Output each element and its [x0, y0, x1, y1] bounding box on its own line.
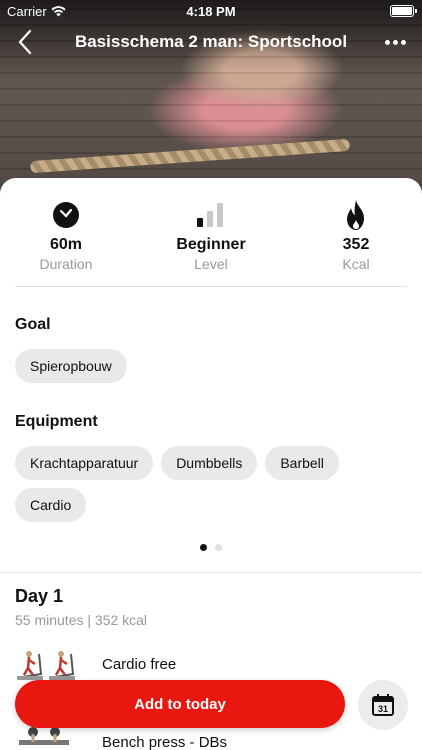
stats-row: 60m Duration Beginner Level 352 Kcal — [0, 198, 422, 278]
page-dot-active[interactable] — [200, 544, 207, 551]
stat-value: 60m — [49, 236, 83, 253]
calendar-icon: 31 — [372, 694, 394, 716]
stat-value: 352 — [342, 236, 370, 253]
equipment-chip[interactable]: Dumbbells — [161, 446, 258, 480]
day-title: Day 1 — [15, 586, 64, 606]
exercise-name: Bench press - DBs — [102, 734, 228, 750]
equipment-title: Equipment — [15, 413, 98, 430]
equipment-chip[interactable]: Cardio — [15, 488, 87, 522]
battle-rope — [29, 138, 351, 174]
goal-chips: Spieropbouw — [15, 349, 407, 383]
page-title: Basisschema 2 man: Sportschool — [74, 32, 348, 51]
workout-card: 60m Duration Beginner Level 352 Kcal Goa… — [0, 178, 422, 750]
page-dot[interactable] — [215, 544, 222, 551]
add-to-today-button[interactable]: Add to today — [15, 680, 345, 728]
more-button[interactable] — [380, 30, 410, 54]
day-subtitle: 55 minutes | 352 kcal — [15, 612, 148, 628]
stat-label: Duration — [39, 256, 93, 272]
stat-duration: 60m Duration — [1, 198, 131, 272]
battery-icon — [390, 5, 417, 17]
divider — [0, 572, 422, 573]
goal-chip[interactable]: Spieropbouw — [15, 349, 127, 383]
page-indicator[interactable] — [0, 544, 422, 551]
more-dot-icon — [392, 39, 398, 45]
stat-label: Kcal — [342, 256, 370, 272]
status-bar: Carrier 4:18 PM — [0, 0, 422, 22]
level-bars-icon — [197, 203, 223, 227]
calendar-day: 31 — [378, 704, 388, 714]
stat-level: Beginner Level — [146, 198, 276, 272]
exercise-row[interactable]: Cardio free — [15, 644, 405, 684]
nav-bar: Basisschema 2 man: Sportschool — [0, 26, 422, 60]
flame-icon — [347, 200, 364, 230]
stat-kcal: 352 Kcal — [291, 198, 421, 272]
more-dot-icon — [400, 39, 406, 45]
equipment-chip[interactable]: Barbell — [265, 446, 339, 480]
exercise-name: Cardio free — [102, 656, 177, 673]
more-dot-icon — [384, 39, 390, 45]
stat-value: Beginner — [176, 236, 246, 253]
equipment-chips: Krachtapparatuur Dumbbells Barbell Cardi… — [15, 446, 407, 522]
goal-title: Goal — [15, 316, 51, 333]
equipment-chip[interactable]: Krachtapparatuur — [15, 446, 154, 480]
back-button[interactable] — [10, 26, 40, 58]
calendar-button[interactable]: 31 — [358, 680, 408, 730]
stat-label: Level — [194, 256, 228, 272]
chevron-left-icon — [18, 29, 32, 55]
divider — [15, 286, 407, 287]
clock-icon — [53, 202, 79, 228]
treadmill-icon — [16, 651, 75, 680]
status-time: 4:18 PM — [186, 4, 236, 19]
